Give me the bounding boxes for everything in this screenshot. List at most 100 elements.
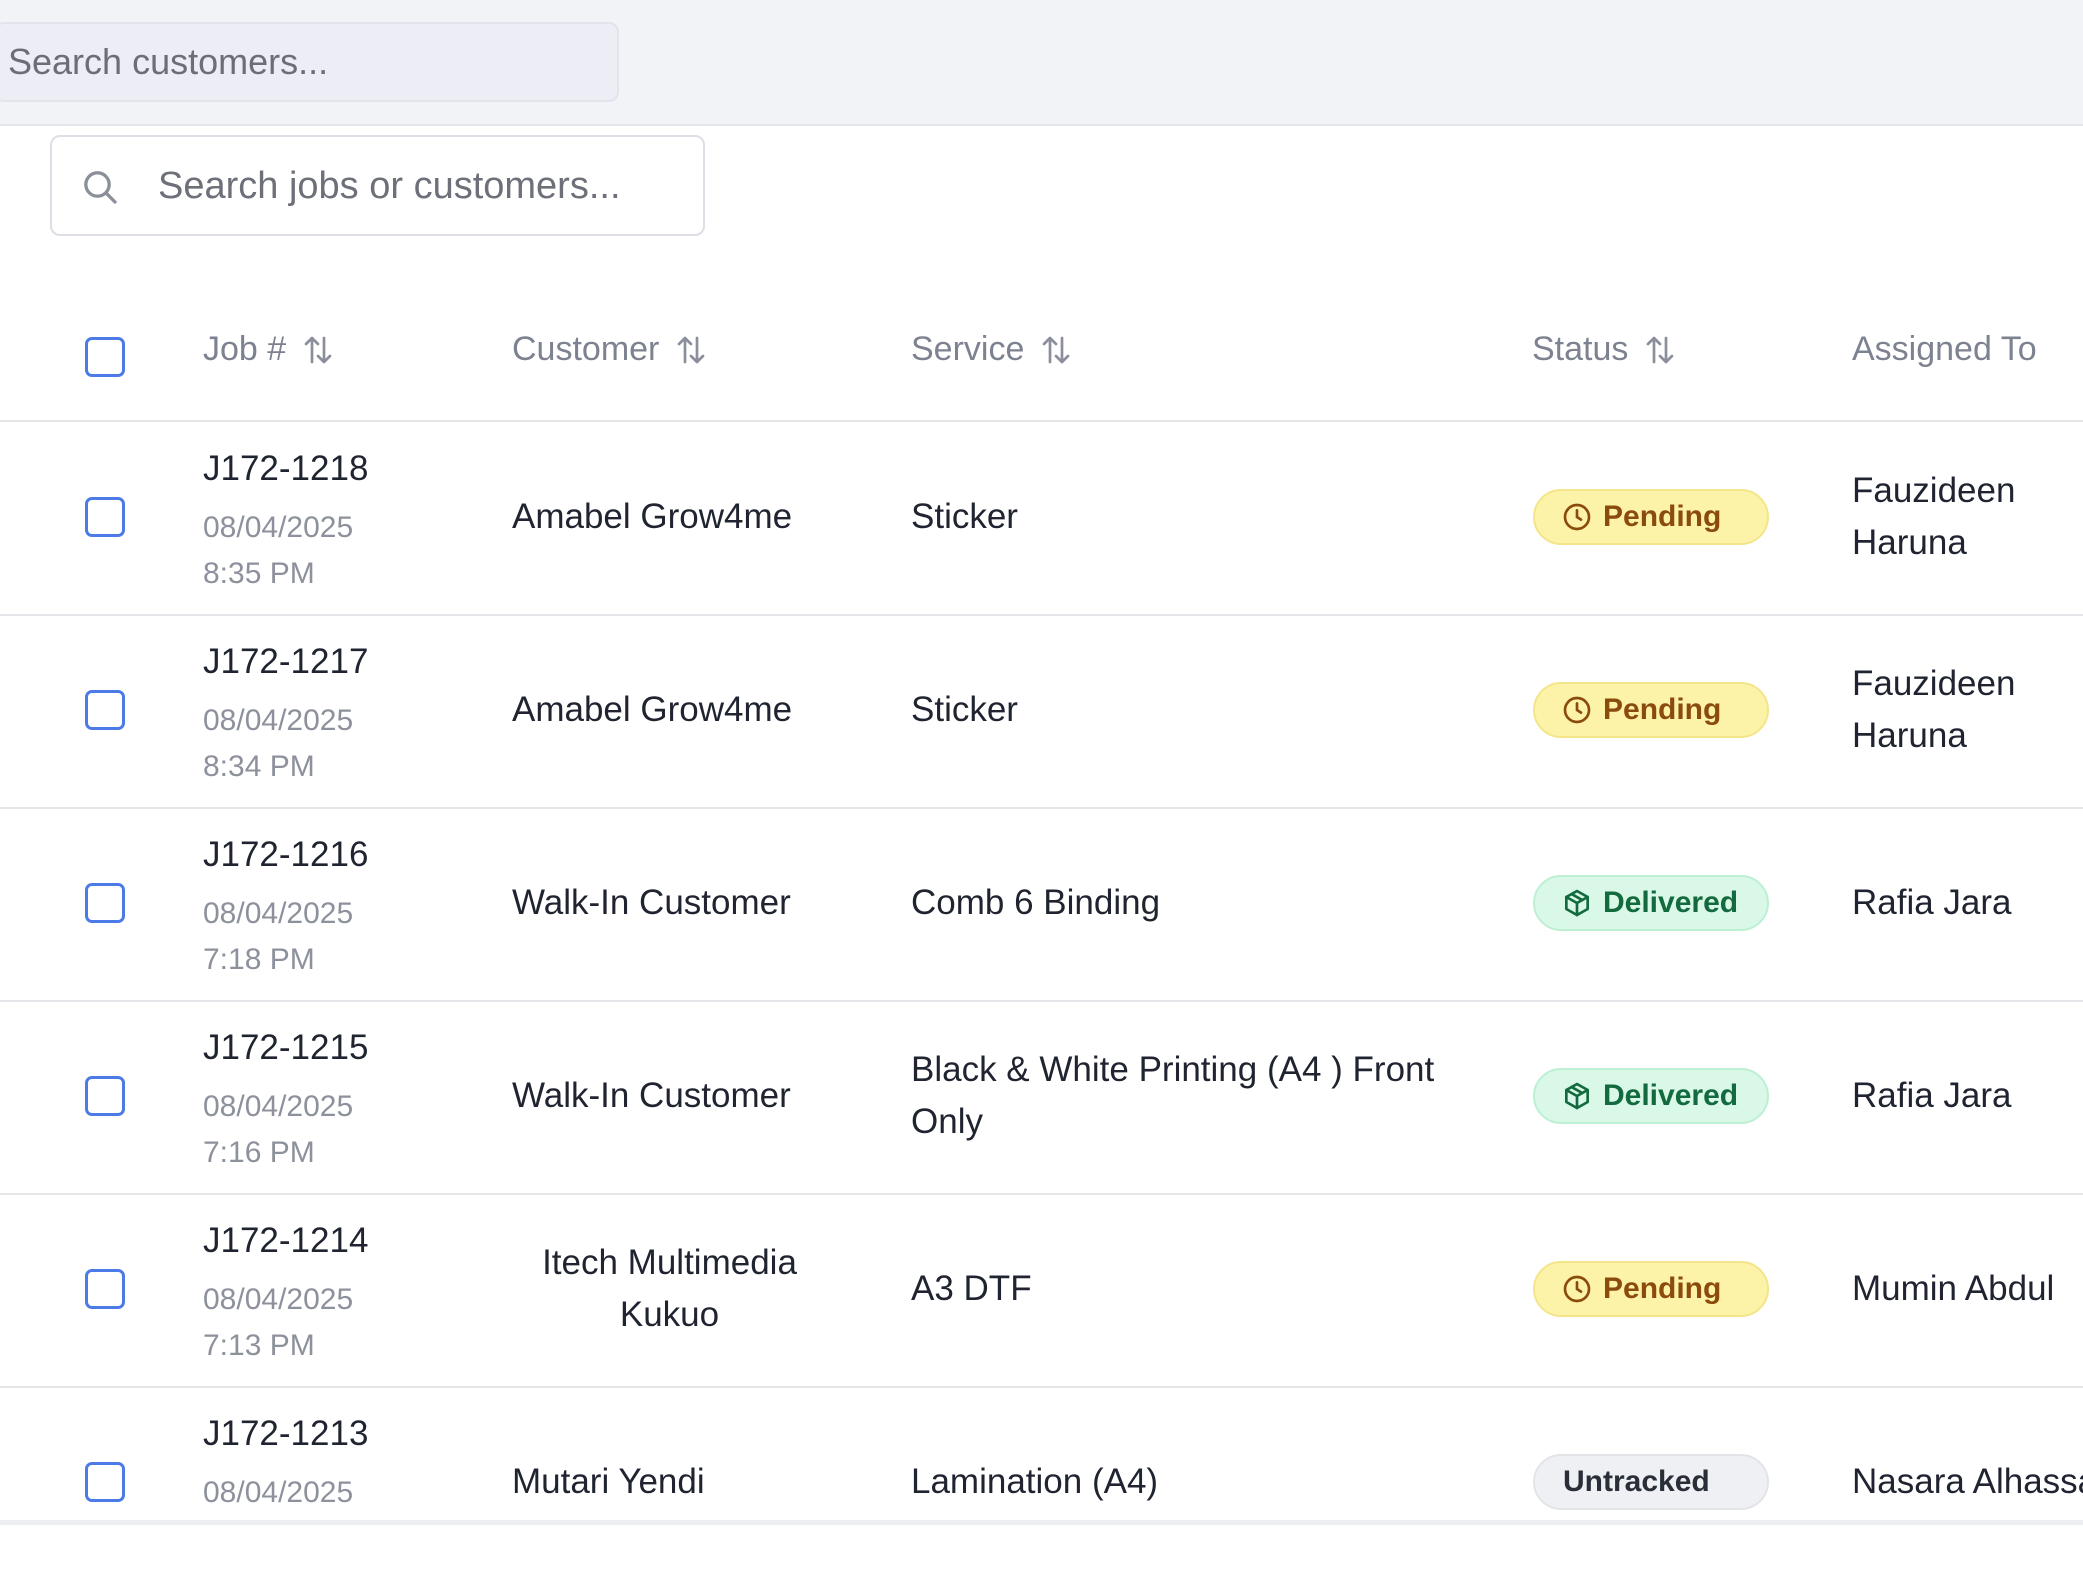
assigned-to: Rafia Jara	[1852, 1070, 2012, 1122]
customer-name: Amabel Grow4me	[512, 491, 792, 543]
table-row[interactable]: J172-1213 08/04/2025 Mutari Yendi Lamina…	[0, 1386, 2083, 1579]
status-label: Delivered	[1603, 1079, 1739, 1112]
customer-search-input[interactable]	[0, 24, 617, 100]
column-header-service[interactable]: Service	[911, 330, 1074, 369]
sort-icon[interactable]	[673, 332, 709, 368]
table-row[interactable]: J172-1215 08/04/2025 7:16 PM Walk-In Cus…	[0, 1000, 2083, 1195]
status-badge: Untracked	[1533, 1454, 1769, 1510]
status-label: Untracked	[1563, 1465, 1710, 1498]
job-number[interactable]: J172-1215	[203, 1028, 368, 1068]
job-number[interactable]: J172-1213	[203, 1414, 368, 1454]
customer-name: Walk-In Customer	[512, 1070, 791, 1122]
column-header-job[interactable]: Job #	[203, 330, 336, 369]
customer-search-box[interactable]	[0, 22, 619, 102]
job-time: 7:13 PM	[203, 1329, 315, 1362]
column-header-job-label: Job #	[203, 330, 287, 368]
job-number[interactable]: J172-1216	[203, 835, 368, 875]
status-badge: Pending	[1533, 1261, 1769, 1317]
job-date: 08/04/2025	[203, 511, 354, 544]
row-checkbox[interactable]	[85, 1269, 125, 1309]
status-label: Delivered	[1603, 886, 1739, 919]
clock-icon	[1563, 696, 1591, 724]
job-date: 08/04/2025	[203, 897, 354, 930]
clock-icon	[1563, 503, 1591, 531]
sort-icon[interactable]	[1038, 332, 1074, 368]
service-name-line: Black & White Printing (A4 ) Front	[911, 1050, 1435, 1089]
row-checkbox[interactable]	[85, 1462, 125, 1502]
job-search-input[interactable]	[156, 137, 680, 236]
table-row[interactable]: J172-1216 08/04/2025 7:18 PM Walk-In Cus…	[0, 807, 2083, 1002]
customer-name-line: Mutari Yendi	[512, 1462, 705, 1501]
column-header-status[interactable]: Status	[1532, 330, 1678, 369]
customer-name: Mutari Yendi	[512, 1456, 705, 1508]
row-checkbox[interactable]	[85, 1076, 125, 1116]
customer-name-line: Itech Multimedia	[542, 1243, 797, 1282]
customer-name-line: Amabel Grow4me	[512, 690, 793, 729]
row-checkbox[interactable]	[85, 883, 125, 923]
table-row[interactable]: J172-1214 08/04/2025 7:13 PM Itech Multi…	[0, 1193, 2083, 1388]
service-name: Sticker	[911, 491, 1018, 543]
customer-name: Walk-In Customer	[512, 877, 791, 929]
status-badge: Pending	[1533, 682, 1769, 738]
service-name: Lamination (A4)	[911, 1456, 1158, 1508]
table-header: Job # Customer Service Status Assigned T…	[0, 290, 2083, 422]
row-checkbox[interactable]	[85, 497, 125, 537]
column-header-customer[interactable]: Customer	[512, 330, 709, 369]
service-name-line: Sticker	[911, 497, 1018, 536]
job-number[interactable]: J172-1217	[203, 642, 368, 682]
assigned-to: Fauzideen Haruna	[1852, 658, 2015, 762]
service-name: Comb 6 Binding	[911, 877, 1160, 929]
service-name-line: Lamination (A4)	[911, 1462, 1159, 1501]
customer-name-line: Kukuo	[619, 1295, 720, 1334]
job-date: 08/04/2025	[203, 1476, 354, 1509]
row-checkbox[interactable]	[85, 690, 125, 730]
job-date: 08/04/2025	[203, 704, 354, 737]
search-icon	[84, 171, 117, 204]
service-name-line: Sticker	[911, 690, 1018, 729]
job-time: 7:18 PM	[203, 943, 315, 976]
top-bar	[0, 0, 2083, 126]
assigned-line: Fauzideen	[1852, 471, 2016, 510]
assigned-line: Nasara Alhassan	[1852, 1462, 2083, 1501]
sort-icon[interactable]	[1642, 332, 1678, 368]
service-name: Sticker	[911, 684, 1018, 736]
assigned-to: Nasara Alhassan	[1852, 1456, 2083, 1508]
job-search-box[interactable]	[50, 135, 705, 236]
status-badge: Delivered	[1533, 875, 1769, 931]
customer-name: Itech Multimedia Kukuo	[512, 1237, 827, 1341]
sort-icon[interactable]	[300, 332, 336, 368]
job-date: 08/04/2025	[203, 1283, 354, 1316]
status-label: Pending	[1603, 500, 1722, 533]
service-name: Black & White Printing (A4 ) Front Only	[911, 1044, 1434, 1148]
assigned-line: Fauzideen	[1852, 664, 2016, 703]
customer-name-line: Walk-In Customer	[512, 883, 791, 922]
package-icon	[1565, 1082, 1589, 1110]
assigned-line: Rafia Jara	[1852, 1076, 2012, 1115]
table-row[interactable]: J172-1218 08/04/2025 8:35 PM Amabel Grow…	[0, 421, 2083, 616]
service-name-line: A3 DTF	[911, 1269, 1032, 1308]
column-header-assigned-label: Assigned To	[1852, 330, 2037, 368]
customer-name: Amabel Grow4me	[512, 684, 792, 736]
job-time: 7:16 PM	[203, 1136, 315, 1169]
assigned-line: Haruna	[1852, 716, 1967, 755]
column-header-status-label: Status	[1532, 330, 1629, 368]
select-all-checkbox[interactable]	[85, 337, 125, 377]
status-badge: Pending	[1533, 489, 1769, 545]
assigned-to: Fauzideen Haruna	[1852, 465, 2015, 569]
job-time: 8:35 PM	[203, 557, 315, 590]
customer-name-line: Amabel Grow4me	[512, 497, 793, 536]
status-label: Pending	[1603, 1272, 1722, 1305]
job-time: 8:34 PM	[203, 750, 315, 783]
status-label: Pending	[1603, 693, 1722, 726]
customer-name-line: Walk-In Customer	[512, 1076, 791, 1115]
bottom-edge	[0, 1520, 2083, 1525]
job-number[interactable]: J172-1214	[203, 1221, 368, 1261]
assigned-line: Mumin Abdul	[1852, 1269, 2055, 1308]
job-number[interactable]: J172-1218	[203, 449, 368, 489]
column-header-assigned[interactable]: Assigned To	[1852, 330, 2037, 369]
service-name-line: Comb 6 Binding	[911, 883, 1161, 922]
assigned-line: Rafia Jara	[1852, 883, 2012, 922]
table-row[interactable]: J172-1217 08/04/2025 8:34 PM Amabel Grow…	[0, 614, 2083, 809]
clock-icon	[1563, 1275, 1591, 1303]
column-header-customer-label: Customer	[512, 330, 660, 368]
